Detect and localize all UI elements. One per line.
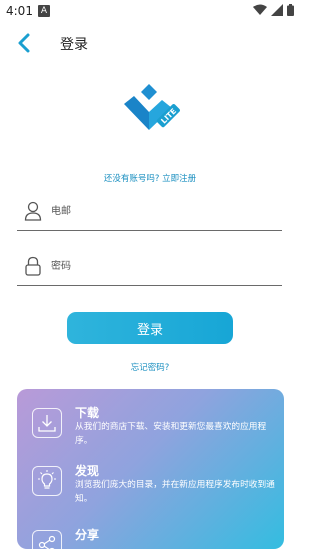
- feature-title: 发现: [75, 462, 99, 479]
- download-icon: [32, 408, 62, 438]
- share-icon: [32, 530, 62, 549]
- feature-title: 下载: [75, 404, 99, 421]
- back-arrow-icon[interactable]: [14, 32, 36, 54]
- wifi-icon: [253, 4, 267, 16]
- forgot-password-link[interactable]: 忘记密码?: [0, 361, 300, 373]
- app-bar: 登录: [0, 24, 300, 64]
- email-field: [17, 194, 282, 231]
- status-bar: 4:01 A: [0, 0, 300, 24]
- lightbulb-icon: [32, 466, 62, 496]
- signal-icon: [271, 4, 283, 16]
- login-button[interactable]: 登录: [67, 312, 233, 344]
- features-card: 下载 从我们的商店下载、安装和更新您最喜欢的应用程序。 发现 浏览我们庞大的目录…: [17, 389, 284, 549]
- app-logo: LITE: [122, 82, 182, 136]
- signup-link[interactable]: 还没有账号吗? 立即注册: [0, 172, 300, 184]
- feature-description: 从我们的商店下载、安装和更新您最喜欢的应用程序。: [75, 420, 280, 448]
- notification-icon: A: [38, 5, 50, 17]
- feature-title: 分享: [75, 526, 99, 543]
- status-icons: [253, 4, 294, 16]
- page-title: 登录: [60, 34, 88, 54]
- status-time: 4:01: [6, 4, 33, 18]
- password-field: [17, 249, 282, 286]
- person-icon: [24, 201, 42, 221]
- email-input[interactable]: [51, 202, 271, 220]
- lock-icon: [24, 256, 42, 276]
- battery-icon: [287, 4, 294, 16]
- feature-description: 浏览我们庞大的目录，并在新应用程序发布时收到通知。: [75, 478, 280, 506]
- password-input[interactable]: [51, 257, 271, 275]
